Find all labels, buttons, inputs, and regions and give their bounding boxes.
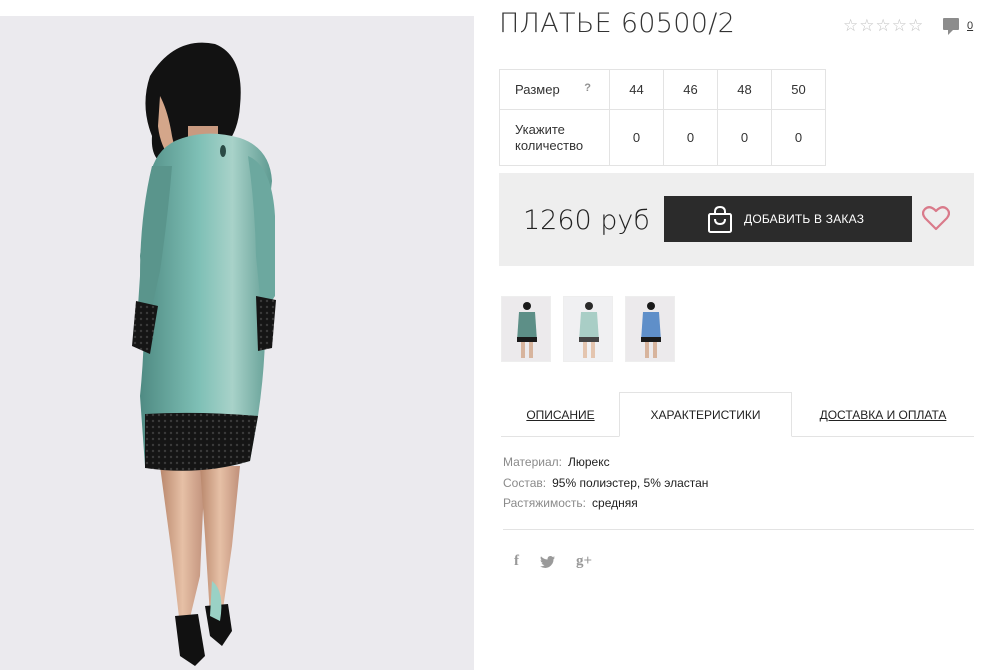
quantity-input[interactable]: 0: [717, 109, 772, 166]
size-option[interactable]: 44: [609, 69, 664, 110]
star-outline-icon[interactable]: ☆: [876, 17, 891, 34]
quantity-label-line1: Укажите: [515, 121, 565, 137]
quantity-input[interactable]: 0: [771, 109, 826, 166]
characteristic-row: Растяжимость: средняя: [503, 496, 708, 517]
facebook-icon[interactable]: f: [514, 553, 519, 570]
product-title: ПЛАТЬЕ 60500/2: [499, 8, 736, 39]
characteristic-value: Люрекс: [567, 455, 610, 469]
size-label-cell: Размер ?: [499, 69, 610, 110]
star-outline-icon[interactable]: ☆: [908, 17, 923, 34]
characteristics-list: Материал: Люрекс Состав: 95% полиэстер, 5%…: [503, 455, 708, 517]
price-box: 1260 руб ДОБАВИТЬ В ЗАКАЗ: [499, 173, 974, 266]
size-option[interactable]: 50: [771, 69, 826, 110]
star-outline-icon[interactable]: ☆: [843, 17, 858, 34]
rating-stars[interactable]: ☆ ☆ ☆ ☆ ☆: [843, 17, 923, 34]
add-to-order-button[interactable]: ДОБАВИТЬ В ЗАКАЗ: [664, 196, 912, 242]
characteristic-key: Состав:: [503, 475, 547, 490]
characteristic-row: Материал: Люрекс: [503, 455, 708, 476]
characteristic-key: Материал:: [503, 455, 562, 469]
twitter-icon[interactable]: [540, 555, 555, 568]
characteristic-value: средняя: [592, 496, 638, 510]
tab-delivery[interactable]: ДОСТАВКА И ОПЛАТА: [792, 392, 974, 437]
size-quantity-table: Размер ? 44 46 48 50 Укажите количество …: [499, 69, 826, 166]
size-option[interactable]: 48: [717, 69, 772, 110]
google-plus-icon[interactable]: g+: [576, 553, 592, 570]
thumbnail-1[interactable]: [501, 296, 551, 362]
add-to-order-label: ДОБАВИТЬ В ЗАКАЗ: [744, 212, 865, 226]
shopping-bag-icon: [708, 206, 732, 233]
quantity-row: Укажите количество 0 0 0 0: [499, 109, 826, 166]
characteristic-value: 95% полиэстер, 5% эластан: [552, 475, 709, 490]
quantity-input[interactable]: 0: [663, 109, 718, 166]
reviews-link[interactable]: 0: [943, 18, 973, 35]
size-option[interactable]: 46: [663, 69, 718, 110]
reviews-count[interactable]: 0: [967, 20, 973, 32]
comment-icon: [943, 18, 959, 35]
characteristic-key: Растяжимость:: [503, 496, 587, 510]
product-tabs: ОПИСАНИЕ ХАРАКТЕРИСТИКИ ДОСТАВКА И ОПЛАТ…: [501, 392, 974, 437]
quantity-input[interactable]: 0: [609, 109, 664, 166]
size-label: Размер: [515, 82, 560, 97]
social-share: f g+: [514, 553, 592, 570]
tab-description[interactable]: ОПИСАНИЕ: [501, 392, 620, 437]
characteristic-row: Состав: 95% полиэстер, 5% эластан: [503, 476, 708, 497]
quantity-label-line2: количество: [515, 137, 584, 153]
star-outline-icon[interactable]: ☆: [892, 17, 907, 34]
star-outline-icon[interactable]: ☆: [859, 17, 874, 34]
size-row: Размер ? 44 46 48 50: [499, 69, 826, 110]
size-help-icon[interactable]: ?: [584, 82, 591, 94]
thumbnail-3[interactable]: [625, 296, 675, 362]
thumbnail-2[interactable]: [563, 296, 613, 362]
tab-characteristics[interactable]: ХАРАКТЕРИСТИКИ: [619, 392, 792, 437]
quantity-label-cell: Укажите количество: [499, 109, 610, 166]
product-price: 1260 руб: [523, 205, 650, 236]
heart-icon[interactable]: [922, 205, 950, 231]
product-main-image[interactable]: [0, 16, 474, 670]
section-divider: [503, 529, 974, 530]
thumbnail-strip: [501, 296, 675, 362]
